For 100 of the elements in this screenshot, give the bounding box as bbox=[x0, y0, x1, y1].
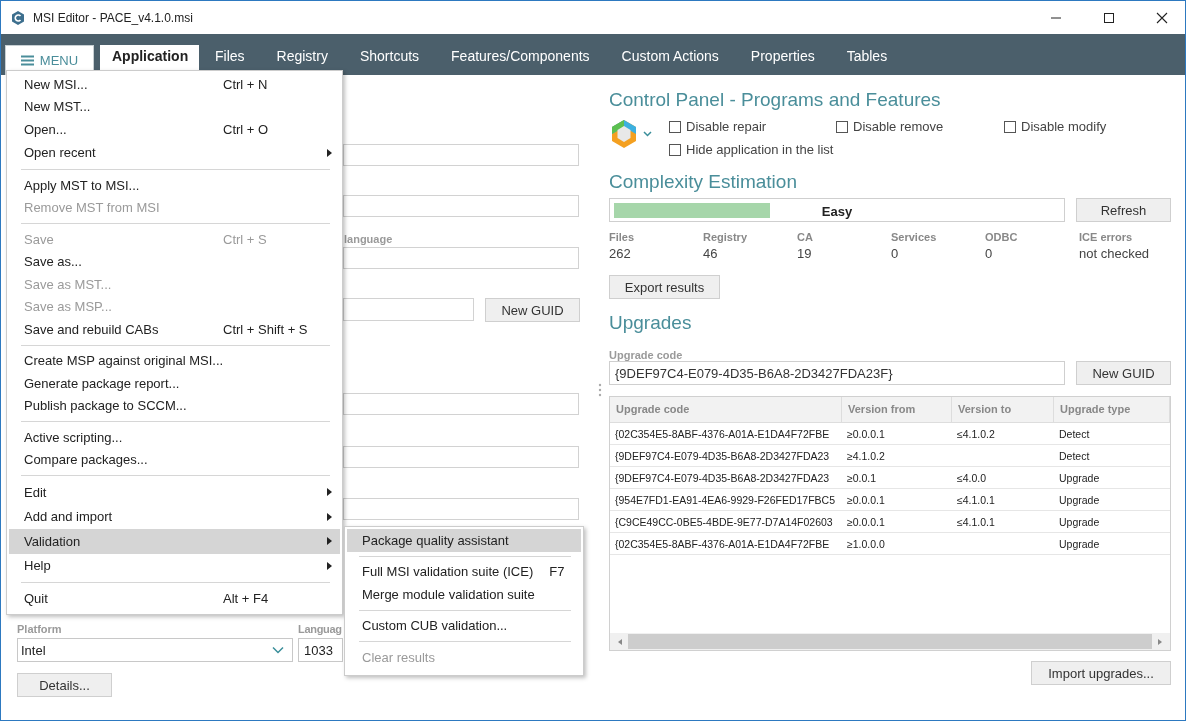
menu-item[interactable]: Validation bbox=[9, 529, 340, 554]
table-cell: Upgrade bbox=[1059, 515, 1100, 528]
menu-icon bbox=[20, 55, 34, 66]
stat-value: 0 bbox=[891, 246, 900, 261]
menu-item[interactable]: Merge module validation suite bbox=[347, 583, 581, 606]
text-field[interactable] bbox=[343, 195, 579, 217]
menu-item[interactable]: Custom CUB validation... bbox=[347, 614, 581, 637]
table-cell: ≥4.1.0.2 bbox=[847, 449, 885, 462]
stat-label: ICE errors bbox=[1079, 231, 1134, 243]
menu-item[interactable]: Full MSI validation suite (ICE) F7 bbox=[347, 560, 581, 583]
stat-value: not checked bbox=[1079, 246, 1151, 261]
stat-label: Services bbox=[891, 231, 938, 243]
table-cell: Detect bbox=[1059, 427, 1090, 440]
table-cell: Detect bbox=[1059, 449, 1090, 462]
stat-label: CA bbox=[797, 231, 814, 243]
window-title: MSI Editor - PACE_v4.1.0.msi bbox=[33, 10, 193, 25]
menu-item[interactable]: Create MSP against original MSI... bbox=[9, 349, 340, 372]
submenu-arrow-icon bbox=[327, 512, 332, 521]
menu-item[interactable]: Quit Alt + F4 bbox=[9, 587, 340, 610]
text-field[interactable] bbox=[343, 393, 579, 415]
stat-label: ODBC bbox=[985, 231, 1019, 243]
details-button[interactable]: Details... bbox=[17, 673, 112, 697]
stat-label: Registry bbox=[703, 231, 749, 243]
menu-item[interactable]: Publish package to SCCM... bbox=[9, 394, 340, 417]
new-guid-button[interactable]: New GUID bbox=[485, 298, 580, 322]
menu-item[interactable]: Package quality assistant bbox=[347, 529, 581, 552]
table-cell: {02C354E5-8ABF-4376-A01A-E1DA4F72FBE bbox=[615, 427, 830, 440]
table-cell: {9DEF97C4-E079-4D35-B6A8-2D3427FDA23 bbox=[615, 471, 830, 484]
new-guid-button[interactable]: New GUID bbox=[1076, 361, 1171, 385]
section-heading: Upgrades bbox=[609, 312, 693, 335]
menu-item[interactable]: Generate package report... bbox=[9, 372, 340, 395]
language-field[interactable]: 1033 bbox=[298, 638, 343, 662]
close-icon[interactable] bbox=[1156, 11, 1168, 24]
tab[interactable]: Tables bbox=[830, 45, 904, 75]
stat-value: 262 bbox=[609, 246, 632, 261]
table-cell: ≤4.1.0.2 bbox=[957, 427, 995, 440]
menu-item[interactable]: Save and rebuild CABs Ctrl + Shift + S bbox=[9, 318, 340, 341]
table-cell: ≥0.0.0.1 bbox=[847, 515, 885, 528]
table-cell: ≥1.0.0.0 bbox=[847, 537, 885, 550]
menu-item[interactable]: Compare packages... bbox=[9, 448, 340, 471]
text-field[interactable] bbox=[343, 446, 579, 468]
submenu-arrow-icon bbox=[327, 148, 332, 157]
maximize-icon[interactable] bbox=[1103, 11, 1115, 24]
checkbox[interactable]: Hide application in the list bbox=[669, 142, 836, 157]
menu-item[interactable]: New MSI... Ctrl + N bbox=[9, 73, 340, 96]
checkbox[interactable]: Disable remove bbox=[836, 119, 1004, 134]
section-heading: Control Panel - Programs and Features bbox=[609, 89, 942, 112]
table-cell: {C9CE49CC-0BE5-4BDE-9E77-D7A14F02603 bbox=[615, 515, 833, 528]
tab[interactable]: Files bbox=[199, 45, 261, 75]
submenu-arrow-icon bbox=[327, 488, 332, 497]
tab[interactable]: Custom Actions bbox=[605, 45, 735, 75]
table-cell: ≥0.0.1 bbox=[847, 471, 877, 484]
field-label: Languag bbox=[298, 623, 342, 635]
menu-item[interactable]: Save as... bbox=[9, 250, 340, 273]
platform-dropdown[interactable]: Intel bbox=[17, 638, 293, 662]
submenu-arrow-icon bbox=[327, 537, 332, 546]
menu-item[interactable]: Edit bbox=[9, 480, 340, 505]
menu-item[interactable]: Add and import bbox=[9, 504, 340, 529]
stat-value: 19 bbox=[797, 246, 813, 261]
upgrade-code-field[interactable]: {9DEF97C4-E079-4D35-B6A8-2D3427FDA23F} bbox=[609, 361, 1065, 385]
text-field[interactable] bbox=[343, 144, 579, 166]
app-logo-icon bbox=[10, 9, 26, 26]
export-results-button[interactable]: Export results bbox=[609, 275, 720, 299]
text-field[interactable] bbox=[343, 298, 474, 321]
scroll-left-icon[interactable] bbox=[616, 637, 624, 646]
horizontal-scrollbar[interactable] bbox=[610, 633, 1170, 650]
table-cell: Upgrade bbox=[1059, 471, 1100, 484]
section-heading: Complexity Estimation bbox=[609, 171, 798, 194]
text-field[interactable] bbox=[343, 498, 579, 520]
table-cell: Upgrade bbox=[1059, 493, 1100, 506]
field-label: Upgrade code bbox=[609, 349, 684, 361]
checkbox[interactable]: Disable repair bbox=[669, 119, 836, 134]
table-cell: ≤4.1.0.1 bbox=[957, 515, 995, 528]
table-cell: ≥0.0.0.1 bbox=[847, 427, 885, 440]
tab[interactable]: Properties bbox=[734, 45, 831, 75]
table-cell: {9DEF97C4-E079-4D35-B6A8-2D3427FDA23 bbox=[615, 449, 830, 462]
complexity-rating: Easy bbox=[820, 204, 854, 219]
menu-item[interactable]: Apply MST to MSI... bbox=[9, 174, 340, 197]
tab[interactable]: Registry bbox=[260, 45, 344, 75]
text-field[interactable] bbox=[343, 247, 579, 269]
menu-item[interactable]: Help bbox=[9, 553, 340, 578]
table-cell: ≤4.0.0 bbox=[957, 471, 987, 484]
menu-item[interactable]: Active scripting... bbox=[9, 426, 340, 449]
scroll-right-icon[interactable] bbox=[1156, 637, 1164, 646]
menu-item[interactable]: Open recent bbox=[9, 140, 340, 165]
stat-value: 0 bbox=[985, 246, 994, 261]
field-label: Platform bbox=[17, 623, 63, 635]
menu-item[interactable]: Open... Ctrl + O bbox=[9, 118, 340, 141]
menu-item[interactable]: New MST... bbox=[9, 95, 340, 118]
import-upgrades-button[interactable]: Import upgrades... bbox=[1031, 661, 1171, 685]
submenu-arrow-icon bbox=[327, 561, 332, 570]
table-cell: ≤4.1.0.1 bbox=[957, 493, 995, 506]
tab[interactable]: Shortcuts bbox=[343, 45, 436, 75]
tab[interactable]: Features/Components bbox=[435, 45, 606, 75]
splitter-grip-icon[interactable] bbox=[598, 383, 602, 397]
chevron-down-icon[interactable] bbox=[272, 646, 284, 654]
refresh-button[interactable]: Refresh bbox=[1076, 198, 1171, 222]
checkbox[interactable]: Disable modify bbox=[1004, 119, 1107, 134]
stat-label: Files bbox=[609, 231, 636, 243]
table-cell: ≥0.0.0.1 bbox=[847, 493, 885, 506]
